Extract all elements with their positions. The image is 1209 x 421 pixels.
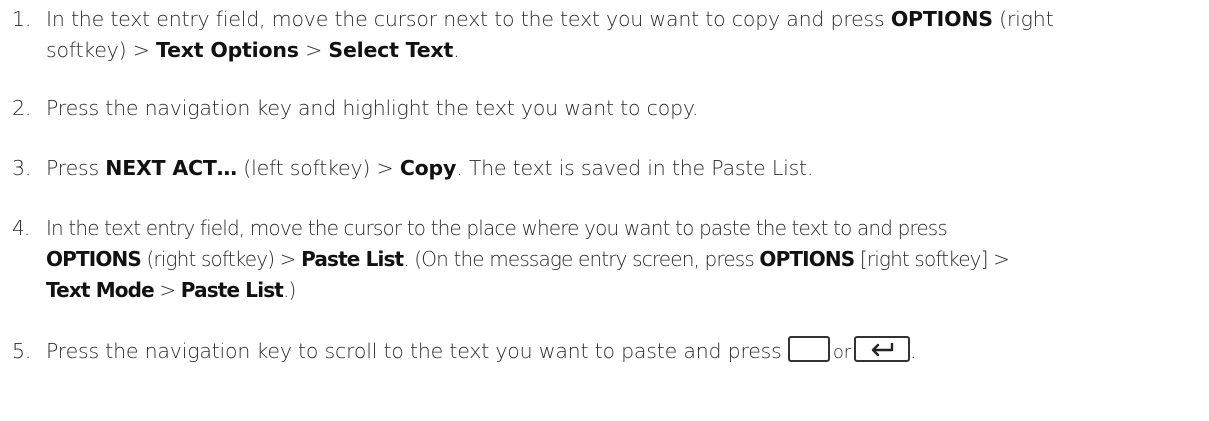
step-3-text-e: . The text is saved in the Paste List. [456,156,814,180]
step-1-number: 1. [12,7,32,31]
step-4-text-3d: .) [282,278,296,302]
step-1: 1. In the text entry field, move the curs… [12,4,1202,66]
step-2-text: Press the navigation key and highlight t… [46,96,699,120]
step-4-line-1: 4. In the text entry field, move the curs… [12,213,1202,244]
select-text-label: Select Text [328,38,454,62]
copy-label: Copy [399,156,457,180]
step-5-line-1: 5. Press the navigation key to scroll to … [12,336,1202,368]
step-4-text-2f: [right softkey] > [854,247,1010,271]
step-5: 5. Press the navigation key to scroll to … [12,336,1202,368]
step-3-text-c: (left softkey) > [236,156,400,180]
step-1-text-e: > [298,38,329,62]
step-2-number: 2. [12,96,32,120]
options-label: OPTIONS [46,247,142,271]
blank-key-icon [787,336,830,362]
step-4-text-2d: . (On the message entry screen, press [403,247,760,271]
step-5-end: . [909,339,917,363]
step-3-line-1: 3. Press NEXT ACT… (left softkey) > Copy.… [12,153,1202,184]
step-5-or: or [832,342,851,363]
step-4-text-2b: (right softkey) > [140,247,302,271]
text-mode-label: Text Mode [46,278,155,302]
step-2: 2. Press the navigation key and highlight… [12,93,1202,124]
text-options-label: Text Options [156,38,299,62]
step-3: 3. Press NEXT ACT… (left softkey) > Copy.… [12,153,1202,184]
step-1-line-1: 1. In the text entry field, move the curs… [12,4,1202,35]
instruction-list: 1. In the text entry field, move the curs… [0,0,1209,421]
enter-key-icon [853,336,910,362]
step-3-number: 3. [12,156,32,180]
step-5-number: 5. [12,339,32,363]
step-4-line-2: OPTIONS (right softkey) > Paste List. (O… [12,244,1202,275]
step-4: 4. In the text entry field, move the curs… [12,213,1202,306]
options-label: OPTIONS [759,247,855,271]
step-3-text-a: Press [46,156,106,180]
step-4-number: 4. [12,216,30,240]
step-1-text-f: . [453,38,460,62]
paste-list-label: Paste List [301,247,404,271]
options-label: OPTIONS [890,7,993,31]
step-5-text-a: Press the navigation key to scroll to th… [46,339,788,363]
step-4-line-3: Text Mode > Paste List.) [12,275,1202,306]
next-act-label: NEXT ACT… [105,156,237,180]
step-1-text-d: softkey) > [46,38,157,62]
step-1-text-a: In the text entry field, move the cursor… [46,7,891,31]
step-2-line-1: 2. Press the navigation key and highlight… [12,93,1202,124]
step-4-text-3b: > [153,278,181,302]
step-1-line-2: softkey) > Text Options > Select Text. [12,35,1202,66]
step-1-text-c: (right [992,7,1054,31]
paste-list-label: Paste List [180,278,284,302]
step-4-text-1: In the text entry field, move the cursor… [46,216,948,240]
